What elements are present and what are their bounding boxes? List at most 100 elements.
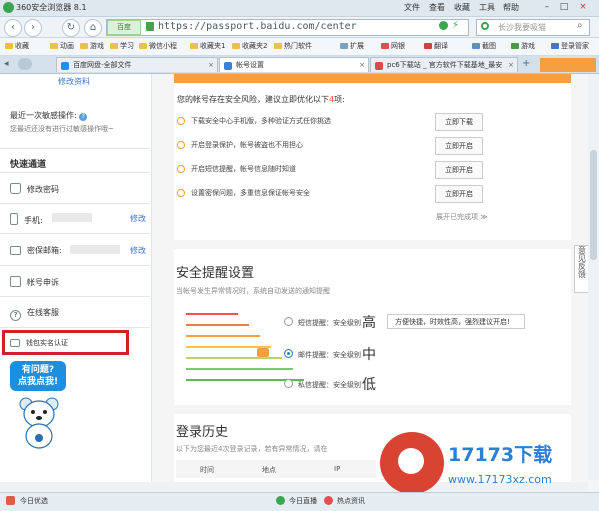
column-location: 地点 xyxy=(262,466,276,474)
document-icon xyxy=(10,276,21,287)
bookmark-item[interactable]: 游戏 xyxy=(80,41,104,51)
feedback-button[interactable]: 意见反馈 xyxy=(574,245,589,293)
close-tab-icon[interactable]: × xyxy=(208,58,214,72)
bookmark-item[interactable]: 学习 xyxy=(110,41,134,51)
bookmark-item[interactable]: 动画 xyxy=(50,41,74,51)
last-op-text: 您最近还没有进行过敏感操作哦~ xyxy=(10,125,114,133)
menu-help[interactable]: 帮助 xyxy=(503,2,519,13)
risk-item: 下载安全中心手机版，多种验证方式任你挑选 xyxy=(177,116,331,126)
bookmark-item[interactable]: 收藏 xyxy=(5,41,29,51)
phone-icon xyxy=(10,213,18,225)
baidu-icon xyxy=(224,62,232,70)
sidebar-item-change-password[interactable]: 修改密码 xyxy=(10,183,59,195)
folder-icon xyxy=(80,43,88,49)
minimize-icon[interactable]: – xyxy=(540,1,554,14)
risk-item: 开启短信提醒，帐号信息随时知道 xyxy=(177,164,296,174)
edit-phone-link[interactable]: 修改 xyxy=(130,213,146,224)
recommend-tooltip: 方便快捷，时效性高，强烈建议开启! xyxy=(387,314,525,329)
maximize-icon[interactable]: □ xyxy=(557,1,571,14)
divider xyxy=(0,148,150,149)
refresh-icon[interactable]: ↻ xyxy=(62,19,80,37)
edit-profile-link[interactable]: 修改资料 xyxy=(58,76,90,87)
bank-icon xyxy=(381,43,389,49)
gamepad-icon xyxy=(511,43,519,49)
bookmark-item[interactable]: 收藏夹2 xyxy=(232,41,267,51)
enable-login-protection-button[interactable]: 立即开启 xyxy=(435,137,483,155)
enable-sms-alert-button[interactable]: 立即开启 xyxy=(435,161,483,179)
menu-view[interactable]: 查看 xyxy=(429,2,445,13)
close-tab-icon[interactable]: × xyxy=(359,58,365,72)
scrollbar[interactable] xyxy=(588,74,599,480)
section-gap xyxy=(174,405,571,414)
extensions-button[interactable]: 扩展 xyxy=(340,41,364,51)
level-indicator-icon xyxy=(257,348,269,357)
risk-item: 设置密保问题，多重信息保证帐号安全 xyxy=(177,188,310,198)
menu-favorites[interactable]: 收藏 xyxy=(454,2,470,13)
grid-icon xyxy=(340,43,348,49)
login-manager-button[interactable]: 登录管家 xyxy=(551,41,589,51)
page-header-strip xyxy=(540,58,596,72)
close-icon[interactable]: × xyxy=(576,1,590,14)
tab-label: pc6下载站 _ 官方软件下载基地_最安 xyxy=(387,61,503,69)
bookmark-item[interactable]: 热门软件 xyxy=(274,41,312,51)
search-icon[interactable]: ⌕ xyxy=(577,20,583,31)
forward-icon[interactable]: › xyxy=(24,19,42,37)
new-tab-icon[interactable]: + xyxy=(522,58,534,70)
level-medium: 中 xyxy=(362,347,376,363)
search-placeholder: 长沙我要吸猫 xyxy=(498,23,546,32)
level-low: 低 xyxy=(362,377,376,393)
back-icon[interactable]: ‹ xyxy=(4,19,22,37)
watermark-logo-inner xyxy=(398,448,424,474)
tab-account-settings[interactable]: 帐号设置 × xyxy=(219,57,369,72)
sidebar-toggle-icon[interactable]: ◂ xyxy=(4,59,9,69)
download-app-button[interactable]: 立即下载 xyxy=(435,113,483,131)
status-daily-picks[interactable]: 今日优选 xyxy=(20,496,48,506)
bank-button[interactable]: 网银 xyxy=(381,41,405,51)
bookmark-item[interactable]: 收藏夹1 xyxy=(190,41,225,51)
secure-lock-icon xyxy=(146,22,154,31)
edit-email-link[interactable]: 修改 xyxy=(130,245,146,256)
set-security-question-button[interactable]: 立即开启 xyxy=(435,185,483,203)
cloud-icon[interactable] xyxy=(18,58,32,70)
game-button[interactable]: 游戏 xyxy=(511,41,535,51)
sms-alert-option[interactable]: 短信提醒：安全级别 xyxy=(284,317,361,328)
sidebar-item-phone: 手机: xyxy=(10,213,43,226)
radio[interactable] xyxy=(284,379,293,388)
masked-phone xyxy=(52,213,92,222)
info-icon[interactable]: ? xyxy=(79,113,88,121)
url-text: https://passport.baidu.com/center xyxy=(158,21,357,32)
menu-tools[interactable]: 工具 xyxy=(479,2,495,13)
status-live[interactable]: 今日直播 xyxy=(289,496,317,506)
tab-baidu-pan[interactable]: 百度网盘-全部文件 × xyxy=(56,57,218,72)
screenshot-button[interactable]: 截图 xyxy=(472,41,496,51)
menu-file[interactable]: 文件 xyxy=(404,2,420,13)
sidebar-item-support[interactable]: ? 在线客服 xyxy=(10,307,59,321)
bear-mascot-icon[interactable] xyxy=(18,396,60,450)
tab-pc6[interactable]: pc6下载站 _ 官方软件下载基地_最安 × xyxy=(370,57,518,72)
folder-icon xyxy=(190,43,198,49)
window-title: 360安全浏览器 8.1 xyxy=(16,3,87,12)
search-engine-icon[interactable] xyxy=(481,22,489,30)
home-icon[interactable]: ⌂ xyxy=(84,19,102,37)
status-news[interactable]: 热点资讯 xyxy=(337,496,365,506)
translate-button[interactable]: 翻译 xyxy=(424,41,448,51)
lightning-icon[interactable]: ⚡ xyxy=(452,21,461,31)
scrollbar-thumb[interactable] xyxy=(590,150,597,260)
radio[interactable] xyxy=(284,317,293,326)
warning-icon xyxy=(177,117,185,125)
close-tab-icon[interactable]: × xyxy=(508,58,514,72)
expand-completed-link[interactable]: 展开已完成项 ≫ xyxy=(436,212,488,222)
help-icon: ? xyxy=(10,310,21,321)
key-icon xyxy=(551,43,559,49)
scissors-icon xyxy=(472,43,480,49)
folder-icon xyxy=(110,43,118,49)
radio-selected[interactable] xyxy=(284,349,293,358)
pm-alert-option[interactable]: 私信提醒：安全级别 xyxy=(284,379,361,390)
divider xyxy=(0,296,150,297)
sidebar-item-appeal[interactable]: 帐号申诉 xyxy=(10,276,59,288)
help-bubble[interactable]: 有问题? 点我点我! xyxy=(10,361,66,391)
quick-access-title: 快速通道 xyxy=(10,160,47,170)
bookmark-item[interactable]: 微信小程 xyxy=(139,41,177,51)
add-icon[interactable] xyxy=(439,21,448,30)
email-alert-option[interactable]: 邮件提醒：安全级别 xyxy=(284,349,361,360)
